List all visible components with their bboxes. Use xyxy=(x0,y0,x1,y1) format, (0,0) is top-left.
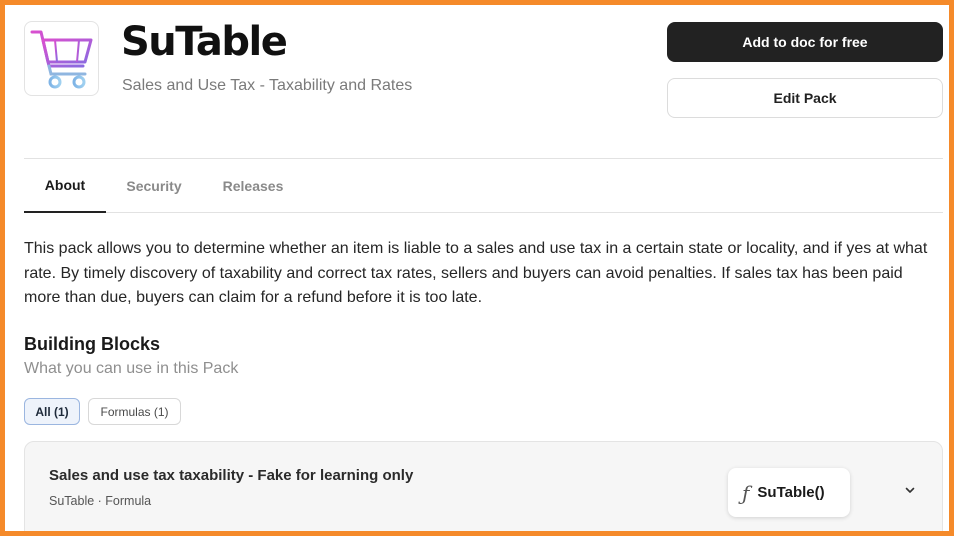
function-icon: ƒ xyxy=(742,480,750,505)
edit-pack-button[interactable]: Edit Pack xyxy=(667,78,943,118)
formula-name: SuTable() xyxy=(757,484,825,501)
building-block-name: Sales and use tax taxability - Fake for … xyxy=(49,467,414,484)
building-block-card[interactable]: Sales and use tax taxability - Fake for … xyxy=(24,441,943,531)
building-blocks-title: Building Blocks xyxy=(24,334,161,354)
tab-bar: About Security Releases xyxy=(24,159,943,213)
building-block-meta: SuTable · Formula xyxy=(49,494,152,508)
filter-all-button[interactable]: All (1) xyxy=(24,398,80,425)
pack-description: This pack allows you to determine whethe… xyxy=(24,240,928,306)
pack-title: SuTable xyxy=(121,19,288,65)
pack-logo xyxy=(24,21,99,96)
shopping-cart-icon xyxy=(30,30,92,88)
pack-subtitle: Sales and Use Tax - Taxability and Rates xyxy=(122,77,413,94)
chevron-down-icon[interactable] xyxy=(902,482,918,498)
tab-security[interactable]: Security xyxy=(116,159,192,213)
filter-formulas-button[interactable]: Formulas (1) xyxy=(88,398,181,425)
page-frame: SuTable Sales and Use Tax - Taxability a… xyxy=(0,0,954,536)
add-to-doc-button[interactable]: Add to doc for free xyxy=(667,22,943,62)
formula-chip[interactable]: ƒ SuTable() xyxy=(728,468,850,517)
tab-releases[interactable]: Releases xyxy=(214,159,292,213)
tab-about[interactable]: About xyxy=(24,159,106,213)
building-blocks-subtitle: What you can use in this Pack xyxy=(24,360,239,377)
